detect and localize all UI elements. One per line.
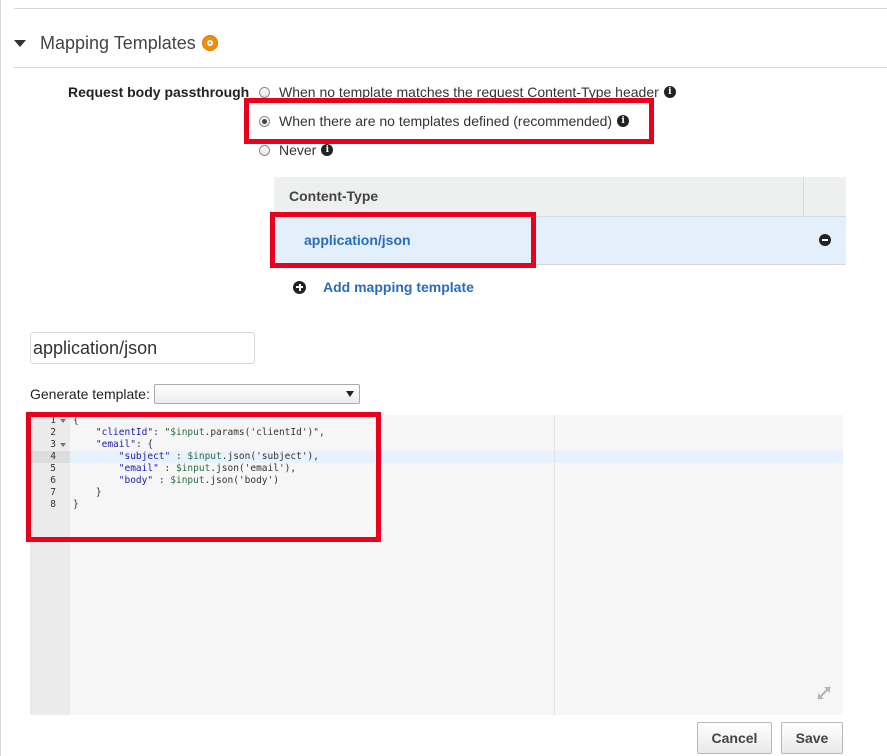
highlight-box-content-type xyxy=(270,212,536,268)
dropdown-arrow-icon xyxy=(346,391,354,397)
plus-circle-icon[interactable] xyxy=(293,280,306,294)
content-type-column-header: Content-Type xyxy=(289,188,379,204)
left-border xyxy=(0,0,1,756)
caret-down-icon[interactable] xyxy=(14,39,26,47)
mapping-templates-header[interactable]: Mapping Templates xyxy=(14,30,218,56)
column-separator xyxy=(803,177,804,216)
top-divider xyxy=(14,8,887,9)
info-icon[interactable]: i xyxy=(663,86,676,98)
radio-no-match[interactable] xyxy=(259,86,270,98)
passthrough-option-never[interactable]: Never i xyxy=(259,142,334,158)
info-icon[interactable]: i xyxy=(321,144,334,156)
save-button[interactable]: Save xyxy=(781,722,843,754)
passthrough-label: Request body passthrough xyxy=(68,84,250,100)
minus-circle-icon[interactable] xyxy=(819,234,831,246)
radio-never-label[interactable]: Never xyxy=(279,142,316,158)
content-type-input[interactable] xyxy=(30,332,255,364)
highlight-box-code xyxy=(26,412,381,542)
add-mapping-template-label[interactable]: Add mapping template xyxy=(323,279,474,295)
generate-template-select[interactable] xyxy=(154,384,360,404)
add-mapping-template-link[interactable]: Add mapping template xyxy=(293,279,474,295)
status-dot-icon xyxy=(201,35,218,51)
radio-never[interactable] xyxy=(259,144,270,156)
print-margin xyxy=(554,415,555,715)
generate-template-label: Generate template: xyxy=(30,386,150,402)
section-divider xyxy=(14,67,887,68)
content-type-table-header: Content-Type xyxy=(274,177,846,217)
expand-icon[interactable] xyxy=(815,684,833,702)
cancel-button[interactable]: Cancel xyxy=(697,722,772,754)
highlight-box-passthrough xyxy=(244,98,654,144)
section-title: Mapping Templates xyxy=(40,32,196,53)
